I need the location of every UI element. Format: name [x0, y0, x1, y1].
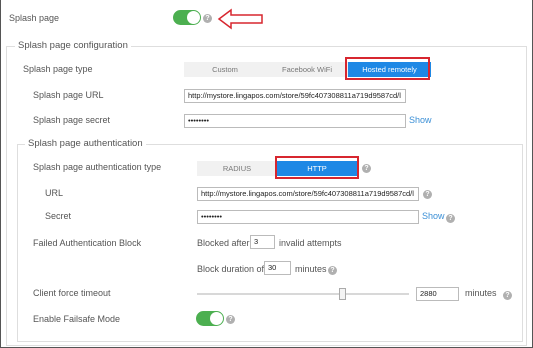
toggle-knob — [187, 11, 200, 24]
question-circle-icon[interactable]: ? — [362, 164, 371, 173]
timeout-input[interactable]: 2880 — [416, 287, 459, 301]
splash-secret-input[interactable]: •••••••• — [184, 114, 406, 128]
splash-url-label: Splash page URL — [33, 90, 104, 100]
question-circle-icon[interactable]: ? — [203, 14, 212, 23]
question-circle-icon[interactable]: ? — [446, 214, 455, 223]
failsafe-toggle[interactable] — [196, 311, 224, 326]
toggle-knob — [210, 312, 223, 325]
blocked-after-input[interactable]: 3 — [250, 235, 275, 249]
blocked-after-suffix: invalid attempts — [279, 238, 342, 248]
splash-page-toggle[interactable] — [173, 10, 201, 25]
splash-secret-label: Splash page secret — [33, 115, 111, 125]
auth-legend: Splash page authentication — [25, 138, 146, 149]
block-duration-suffix: minutes — [295, 264, 327, 274]
block-duration-prefix: Block duration of — [197, 264, 265, 274]
auth-url-input[interactable]: http://mystore.lingapos.com/store/59fc40… — [197, 187, 419, 201]
splash-type-facebook-wifi[interactable]: Facebook WiFi — [266, 62, 348, 77]
auth-secret-input[interactable]: •••••••• — [197, 210, 419, 224]
timeout-slider-handle[interactable] — [339, 288, 346, 300]
question-circle-icon[interactable]: ? — [328, 266, 337, 275]
annotation-box-http — [275, 156, 359, 179]
splash-type-label: Splash page type — [23, 64, 93, 74]
timeout-unit: minutes — [465, 288, 497, 298]
failed-auth-block-label: Failed Authentication Block — [33, 238, 142, 248]
block-duration-input[interactable]: 30 — [264, 261, 291, 275]
show-auth-secret-link[interactable]: Show — [422, 211, 445, 221]
splash-page-label: Splash page — [9, 13, 60, 23]
left-arrow-annotation-icon — [217, 8, 263, 30]
failsafe-label: Enable Failsafe Mode — [33, 314, 121, 324]
annotation-box-hosted-remotely — [345, 57, 430, 80]
splash-url-input[interactable]: http://mystore.lingapos.com/store/59fc40… — [184, 89, 406, 103]
client-timeout-label: Client force timeout — [33, 288, 111, 298]
auth-type-label: Splash page authentication type — [33, 162, 162, 172]
question-circle-icon[interactable]: ? — [226, 315, 235, 324]
question-circle-icon[interactable]: ? — [423, 190, 432, 199]
question-circle-icon[interactable]: ? — [503, 291, 512, 300]
show-splash-secret-link[interactable]: Show — [409, 115, 432, 125]
auth-secret-label: Secret — [45, 211, 72, 221]
splash-type-custom[interactable]: Custom — [184, 62, 266, 77]
blocked-after-prefix: Blocked after — [197, 238, 250, 248]
auth-url-label: URL — [45, 188, 64, 198]
settings-panel: Splash page ? Splash page configuration … — [0, 0, 533, 348]
splash-config-legend: Splash page configuration — [15, 40, 131, 51]
timeout-slider-track[interactable] — [197, 293, 409, 295]
auth-type-radius[interactable]: RADIUS — [197, 161, 277, 176]
